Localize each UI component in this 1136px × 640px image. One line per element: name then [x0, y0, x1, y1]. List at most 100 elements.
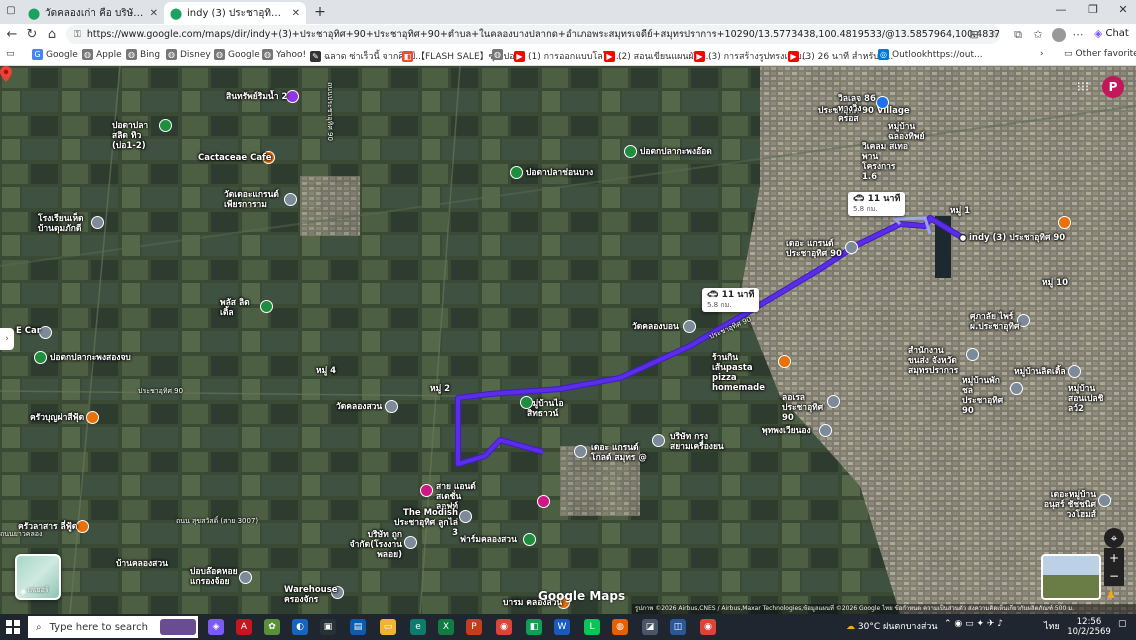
place-label[interactable]: บริษัท ถูก จำกัด(โรงงานพลอย): [332, 530, 402, 560]
layers-toggle[interactable]: ◈ เลเยอร์: [15, 554, 61, 600]
place-label[interactable]: ศุภาลัย ไพร์ ผ.ประชาอุทิศ: [970, 312, 1019, 332]
more-menu-icon[interactable]: ⋯: [1070, 27, 1086, 43]
app-icon[interactable]: ◪: [642, 619, 658, 635]
destination-pin-icon[interactable]: [0, 66, 12, 82]
place-label[interactable]: วัดคลองบอน: [632, 322, 679, 332]
other-favorites[interactable]: ▭Other favorites: [1064, 49, 1136, 59]
place-pin-icon[interactable]: [537, 495, 550, 508]
place-label[interactable]: บ่อดาปลาช่อนบาง: [526, 168, 593, 178]
street-view-preview[interactable]: [1041, 554, 1101, 600]
route-duration-box[interactable]: 🚗︎ 11 นาที 5.8 กม.: [702, 288, 760, 312]
zoom-in-button[interactable]: +: [1104, 548, 1124, 568]
place-label[interactable]: วิเคลม สเทอพาน โครงการ 1.6: [862, 142, 912, 182]
place-pin-icon[interactable]: [86, 411, 99, 424]
input-language[interactable]: ไทย: [1044, 619, 1060, 633]
address-bar[interactable]: ⚿ https://www.google.com/maps/dir/indy+(…: [66, 25, 1000, 44]
place-label[interactable]: ครัวบุญผ่าสีฟุ้ด: [30, 413, 84, 423]
place-label[interactable]: โรงเรียนเห็ด บ้านดุมภักดี: [38, 214, 90, 234]
place-pin-icon[interactable]: [1058, 216, 1071, 229]
notifications-icon[interactable]: ▢: [1118, 619, 1127, 629]
file-explorer-icon[interactable]: ▭: [380, 619, 396, 635]
route-origin-label[interactable]: indy (3) ประชาอุทิศ 90: [969, 233, 1065, 243]
place-label[interactable]: วัดเดอะแกรนด์ เพียรการาม: [224, 190, 282, 210]
place-label[interactable]: พลัส ลิตเติ้ล: [220, 298, 260, 318]
place-label[interactable]: หมู่ 10: [1042, 278, 1068, 288]
place-label[interactable]: ฟาร์มคลองสวน: [460, 535, 517, 545]
weather-widget[interactable]: ☁ 30°C ฝนตกบางส่วน: [846, 619, 938, 633]
back-icon[interactable]: ←: [4, 27, 20, 43]
place-label[interactable]: เดอะ แกรนด์ โกลด์ สมุทร @: [591, 443, 647, 463]
place-label[interactable]: สำนักงานขนส่ง จังหวัดสมุทรปราการ: [908, 346, 964, 376]
place-pin-icon[interactable]: [1068, 365, 1081, 378]
place-label[interactable]: บ่อตกปลากะพงอ๊อด: [640, 147, 712, 157]
place-label[interactable]: วิลเลจ 86 ทางวิ่ง ครอส: [838, 94, 878, 124]
place-label[interactable]: Warehouse ครองจักร: [284, 585, 338, 605]
app-icon[interactable]: ✿: [264, 619, 280, 635]
extensions-icon[interactable]: ⧉: [1010, 27, 1026, 43]
bookmark-item[interactable]: ◍ Yahoo!: [262, 49, 306, 60]
tab-active[interactable]: ⬤ indy (3) ประชาอุทิศ 90 ถึง หอพัก มีแม่…: [164, 2, 306, 24]
place-pin-icon[interactable]: [1098, 494, 1111, 507]
word-icon[interactable]: W: [554, 619, 570, 635]
place-label[interactable]: บ่อตกปลากะพงสองจบ: [50, 353, 131, 363]
place-pin-icon[interactable]: [652, 434, 665, 447]
place-label[interactable]: เดอะ แกรนด์ประชาอุทิศ 90: [786, 239, 844, 259]
close-tab-icon[interactable]: ✕: [150, 8, 158, 19]
favorites-icon[interactable]: ✩: [1030, 27, 1046, 43]
place-pin-icon[interactable]: [819, 424, 832, 437]
place-label[interactable]: ลอเรล ประชาอุทิศ 90: [782, 393, 826, 423]
place-pin-icon[interactable]: [683, 320, 696, 333]
place-pin-icon[interactable]: [845, 241, 858, 254]
place-pin-icon[interactable]: [34, 351, 47, 364]
edge-icon[interactable]: e: [410, 619, 426, 635]
place-label[interactable]: พุทพงเวียนอง: [762, 426, 811, 436]
app-icon[interactable]: ◫: [670, 619, 686, 635]
place-pin-icon[interactable]: [827, 395, 840, 408]
maximize-button[interactable]: ❐: [1078, 3, 1108, 16]
favorite-star-icon[interactable]: ☆: [986, 27, 1002, 43]
bookmark-item[interactable]: ◍ Google: [214, 49, 260, 60]
app-icon[interactable]: ▤: [350, 619, 366, 635]
place-label[interactable]: บ่อบล๊อคหอย แกรองจ้อย: [190, 567, 238, 587]
bookmark-item[interactable]: ◎ Outlookhttps://out...: [878, 49, 983, 60]
place-pin-icon[interactable]: [404, 536, 417, 549]
place-pin-icon[interactable]: [91, 216, 104, 229]
place-label[interactable]: เดอะหมู่บ้าน อนุสร์ ชัชชนิศ วงโฮมส์: [1036, 490, 1096, 520]
close-window-button[interactable]: ✕: [1108, 3, 1136, 16]
powerpoint-icon[interactable]: P: [466, 619, 482, 635]
place-label[interactable]: บริษัท กรุง สยามเครื่องยน: [670, 432, 726, 452]
place-pin-icon[interactable]: [510, 166, 523, 179]
line-icon[interactable]: L: [584, 619, 600, 635]
place-pin-icon[interactable]: [159, 119, 172, 132]
bookmark-item[interactable]: ◍ Bing: [126, 49, 160, 60]
place-pin-icon[interactable]: [1010, 382, 1023, 395]
place-pin-icon[interactable]: [459, 510, 472, 523]
firefox-icon[interactable]: ◍: [612, 619, 628, 635]
app-icon[interactable]: ◐: [292, 619, 308, 635]
place-pin-icon[interactable]: [778, 355, 791, 368]
pdf-reader-icon[interactable]: A: [236, 619, 252, 635]
place-label[interactable]: บ้านคลองสวน: [116, 559, 168, 569]
collapse-panel-button[interactable]: ›: [0, 328, 14, 350]
apps-grid-icon[interactable]: ⁝⁝⁝: [1076, 81, 1090, 95]
place-pin-icon[interactable]: [284, 193, 297, 206]
place-label[interactable]: หมู่บ้านลิตเติ้ล: [1014, 367, 1066, 377]
home-icon[interactable]: ⌂: [44, 27, 60, 43]
search-highlight-icon[interactable]: [160, 619, 196, 635]
bookmarks-overflow-icon[interactable]: ›: [1040, 49, 1044, 59]
bookmark-item[interactable]: G Google: [32, 49, 78, 60]
place-label[interactable]: หมู่บ้าน ฉลองทิพย์: [888, 122, 930, 142]
bookmark-item[interactable]: ◍: [492, 49, 506, 60]
windows-start-icon[interactable]: [6, 620, 20, 634]
app-icon[interactable]: ▣: [320, 619, 336, 635]
account-avatar[interactable]: P: [1102, 76, 1124, 98]
place-pin-icon[interactable]: [520, 396, 533, 409]
pegman-icon[interactable]: ♟: [1106, 588, 1116, 601]
minimize-button[interactable]: —: [1046, 3, 1076, 16]
app-icon[interactable]: ◧: [526, 619, 542, 635]
place-label[interactable]: ร้านกินเส้นpasta pizza homemade: [712, 353, 778, 393]
place-pin-icon[interactable]: [76, 520, 89, 533]
new-tab-button[interactable]: +: [312, 4, 328, 20]
zoom-out-button[interactable]: −: [1104, 566, 1124, 586]
bookmark-item[interactable]: ◍ Disney: [166, 49, 211, 60]
